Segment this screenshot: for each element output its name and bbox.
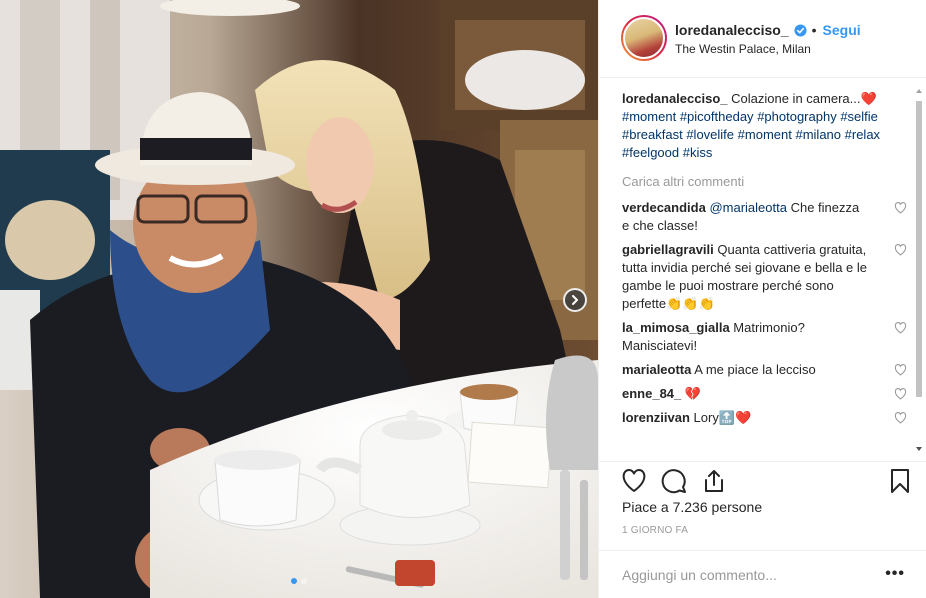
hashtag-link[interactable]: #selfie [840, 109, 878, 124]
hashtag-link[interactable]: #relax [845, 127, 880, 142]
comment-text: A me piace la lecciso [694, 362, 816, 377]
comment-mention[interactable]: @marialeotta [709, 200, 787, 215]
hashtag-link[interactable]: #moment [622, 109, 676, 124]
caption-emoji: ❤️ [860, 91, 877, 106]
heart-icon[interactable] [621, 468, 647, 494]
comment-item: gabriellagravili Quanta cattiveria gratu… [622, 241, 907, 313]
comment-item: enne_84_ 💔 [622, 385, 907, 403]
separator-dot: • [811, 22, 817, 38]
location-link[interactable]: The Westin Palace, Milan [675, 42, 811, 56]
comment-emoji: 🔝❤️ [718, 410, 752, 425]
carousel-dot-1 [291, 578, 297, 584]
add-comment-input[interactable] [622, 565, 862, 585]
username-link[interactable]: loredanalecciso_ [675, 22, 789, 38]
post-header: loredanalecciso_ • Segui The Westin Pala… [599, 0, 926, 78]
post-actions: Piace a 7.236 persone 1 GIORNO FA ••• [599, 461, 926, 598]
hashtag-link[interactable]: #lovelife [686, 127, 734, 142]
scrollbar-thumb[interactable] [916, 101, 922, 397]
hashtag-list: #moment #picoftheday #photography #selfi… [622, 109, 880, 160]
caption-username[interactable]: loredanalecciso_ [622, 91, 728, 106]
likes-label: Piace a 7.236 persone [622, 499, 763, 515]
comment-like-icon[interactable] [894, 322, 907, 334]
verified-badge-icon [794, 23, 807, 37]
follow-button[interactable]: Segui [823, 22, 861, 38]
hashtag-link[interactable]: #photography [757, 109, 837, 124]
comment-username[interactable]: marialeotta [622, 362, 691, 377]
comment-like-icon[interactable] [894, 202, 907, 214]
comments-section: loredanalecciso_ Colazione in camera...❤… [599, 79, 926, 461]
more-options-button[interactable]: ••• [885, 565, 905, 583]
caption-text: Colazione in camera... [731, 91, 861, 106]
hashtag-link[interactable]: #breakfast [622, 127, 683, 142]
post-side-panel: loredanalecciso_ • Segui The Westin Pala… [598, 0, 926, 598]
comment-emoji: 👏👏👏 [666, 296, 715, 311]
load-more-comments-button[interactable]: Carica altri commenti [622, 173, 892, 191]
comment-like-icon[interactable] [894, 364, 907, 376]
post-photo[interactable] [0, 0, 598, 598]
avatar[interactable] [621, 15, 667, 61]
comment-username[interactable]: verdecandida [622, 200, 706, 215]
add-comment-bar: ••• [599, 550, 926, 598]
hashtag-link[interactable]: #feelgood [622, 145, 679, 160]
comment-like-icon[interactable] [894, 388, 907, 400]
hashtag-link[interactable]: #moment [738, 127, 792, 142]
photo-illustration [0, 0, 598, 598]
comment-icon[interactable] [661, 468, 687, 494]
hashtag-link[interactable]: #kiss [683, 145, 713, 160]
comment-item: marialeotta A me piace la lecciso [622, 361, 907, 379]
hashtag-link[interactable]: #picoftheday [680, 109, 754, 124]
likes-count[interactable]: Piace a 7.236 persone [622, 499, 762, 515]
comment-item: la_mimosa_gialla Matrimonio? Manisciatev… [622, 319, 907, 355]
chevron-right-icon [572, 295, 578, 305]
comment-emoji: 💔 [684, 386, 702, 401]
hashtag-link[interactable]: #milano [795, 127, 841, 142]
carousel-dot-2 [301, 578, 307, 584]
comment-username[interactable]: la_mimosa_gialla [622, 320, 730, 335]
scroll-down-arrow-icon[interactable] [915, 445, 923, 453]
share-icon[interactable] [701, 468, 727, 494]
comment-text: Lory [693, 410, 719, 425]
user-line: loredanalecciso_ • Segui [675, 22, 861, 38]
carousel-next-button[interactable] [563, 288, 587, 312]
comment-like-icon[interactable] [894, 412, 907, 424]
comment-username[interactable]: enne_84_ [622, 386, 681, 401]
post-caption: loredanalecciso_ Colazione in camera...❤… [622, 90, 892, 162]
comment-item: lorenziivan Lory🔝❤️ [622, 409, 907, 427]
scroll-up-arrow-icon[interactable] [915, 87, 923, 95]
bookmark-icon[interactable] [887, 468, 913, 494]
comment-item: verdecandida @marialeotta Che finezza e … [622, 199, 907, 235]
comment-like-icon[interactable] [894, 244, 907, 256]
post-timestamp: 1 GIORNO FA [622, 525, 689, 536]
carousel-indicator [0, 578, 598, 584]
comment-username[interactable]: gabriellagravili [622, 242, 714, 257]
comment-username[interactable]: lorenziivan [622, 410, 690, 425]
comments-scrollbar[interactable] [915, 79, 923, 461]
